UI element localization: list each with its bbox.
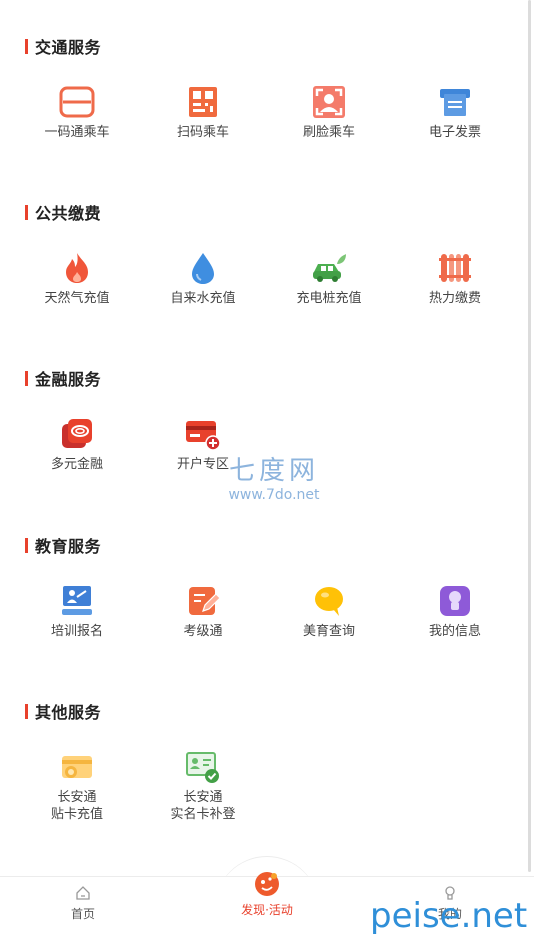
home-icon <box>76 886 90 900</box>
service-label: 考级通 <box>183 624 223 639</box>
service-label: 开户专区 <box>176 457 229 472</box>
service-exam-grading[interactable]: 考级通 <box>140 583 266 640</box>
watermark-site-url: www.7do.net <box>228 487 320 503</box>
section-marker <box>25 703 28 719</box>
radiator-icon <box>439 254 471 282</box>
section-title-text: 金融服务 <box>35 370 102 389</box>
tab-label: 发现·活动 <box>241 903 293 917</box>
id-card-verify-icon <box>186 752 219 783</box>
electric-car-icon <box>313 254 346 282</box>
qr-code-icon <box>189 87 217 117</box>
tab-discover[interactable]: 发现·活动 <box>187 872 347 918</box>
card-reader-icon <box>59 86 95 118</box>
service-account-opening[interactable]: 开户专区 <box>140 416 266 473</box>
section-title: 公共缴费 <box>25 202 102 223</box>
section-title-text: 公共缴费 <box>35 204 102 223</box>
section-title: 教育服务 <box>25 535 102 556</box>
service-face-ride[interactable]: 刷脸乘车 <box>266 84 392 141</box>
training-board-icon <box>62 586 92 615</box>
bank-card-add-icon <box>186 421 221 451</box>
scrollbar[interactable] <box>528 0 531 872</box>
corner-watermark: peise.net <box>370 896 528 936</box>
discover-orb-icon <box>255 872 279 896</box>
service-diversified-finance[interactable]: 多元金融 <box>14 416 140 473</box>
service-gas-topup[interactable]: 天然气充值 <box>14 250 140 307</box>
section-marker <box>25 370 28 386</box>
service-one-code-ride[interactable]: 一码通乘车 <box>14 84 140 141</box>
card-topup-icon <box>62 756 92 778</box>
service-label: 美育查询 <box>302 624 355 639</box>
service-training-signup[interactable]: 培训报名 <box>14 583 140 640</box>
tab-home[interactable]: 首页 <box>3 877 163 922</box>
service-scan-ride[interactable]: 扫码乘车 <box>140 84 266 141</box>
section-title: 其他服务 <box>25 701 102 722</box>
section-title-text: 交通服务 <box>35 38 102 57</box>
section-marker <box>25 537 28 553</box>
section-title: 交通服务 <box>25 36 102 57</box>
water-drop-icon <box>192 253 214 284</box>
service-label: 自来水充值 <box>170 291 236 306</box>
service-my-info[interactable]: 我的信息 <box>392 583 518 640</box>
service-label: 充电桩充值 <box>296 291 362 306</box>
service-realname-card[interactable]: 长安通 实名卡补登 <box>140 749 266 823</box>
service-label: 电子发票 <box>428 125 481 140</box>
section-title-text: 其他服务 <box>35 703 102 722</box>
invoice-printer-icon <box>440 89 470 116</box>
service-heating-payment[interactable]: 热力缴费 <box>392 250 518 307</box>
service-label: 培训报名 <box>50 624 103 639</box>
section-title: 金融服务 <box>25 368 102 389</box>
service-water-topup[interactable]: 自来水充值 <box>140 250 266 307</box>
flame-icon <box>66 253 88 283</box>
service-label: 热力缴费 <box>428 291 481 306</box>
service-label: 扫码乘车 <box>176 125 229 140</box>
service-label: 多元金融 <box>50 457 103 472</box>
service-charging-pile[interactable]: 充电桩充值 <box>266 250 392 307</box>
service-e-invoice[interactable]: 电子发票 <box>392 84 518 141</box>
service-card-topup[interactable]: 长安通 贴卡充值 <box>14 749 140 823</box>
service-label: 刷脸乘车 <box>302 125 355 140</box>
service-label: 一码通乘车 <box>44 125 110 140</box>
exam-edit-icon <box>189 587 221 615</box>
section-marker <box>25 38 28 54</box>
tab-label: 首页 <box>70 907 95 921</box>
finance-cards-icon <box>62 419 92 448</box>
section-marker <box>25 204 28 220</box>
service-label: 我的信息 <box>428 624 481 639</box>
profile-icon <box>440 586 470 616</box>
face-scan-icon <box>313 86 345 118</box>
chat-bubble-icon <box>315 587 343 616</box>
service-aesthetic-query[interactable]: 美育查询 <box>266 583 392 640</box>
service-label: 长安通 贴卡充值 <box>50 790 103 822</box>
section-title-text: 教育服务 <box>35 537 102 556</box>
service-label: 天然气充值 <box>44 291 110 306</box>
service-label: 长安通 实名卡补登 <box>170 790 236 822</box>
